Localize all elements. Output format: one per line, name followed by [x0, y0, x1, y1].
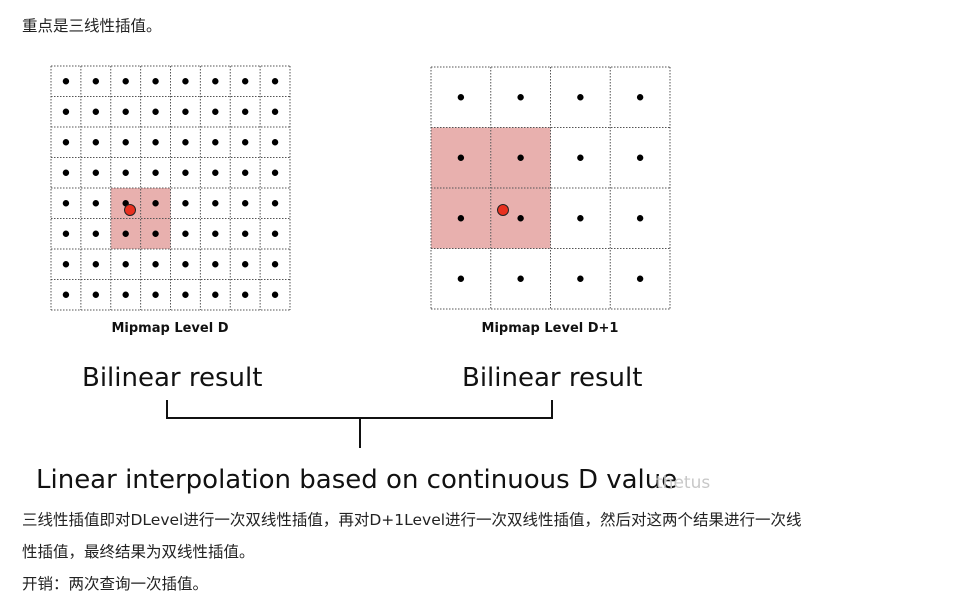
- mipmap-level-d-grid: [50, 65, 291, 311]
- left-grid-texel-dot: [92, 291, 100, 298]
- trilinear-diagram: Mipmap Level D Mipmap Level D+1 Bilinear…: [36, 65, 710, 495]
- left-grid-texel-dot: [182, 261, 189, 268]
- left-grid-texel-dot: [212, 78, 219, 85]
- right-grid-texel-dot: [457, 275, 465, 282]
- left-grid-texel-dot: [182, 230, 189, 237]
- left-grid-texel-dot: [241, 169, 249, 176]
- left-grid-texel-dot: [212, 200, 219, 207]
- left-grid-texel-dot: [152, 200, 159, 207]
- right-grid-texel-dot: [636, 275, 644, 282]
- left-grid-caption: Mipmap Level D: [111, 321, 228, 336]
- right-grid-texel-dot: [636, 94, 644, 101]
- right-grid-texel-dot: [577, 215, 584, 222]
- left-grid-texel-dot: [182, 291, 189, 298]
- left-grid-texel-dot: [62, 230, 70, 237]
- left-grid-texel-dot: [241, 291, 249, 298]
- left-grid-texel-dot: [122, 78, 129, 85]
- left-grid-texel-dot: [271, 108, 279, 115]
- left-grid-texel-dot: [92, 169, 100, 176]
- left-grid-texel-dot: [122, 108, 129, 115]
- left-grid-texel-dot: [62, 200, 70, 207]
- paragraph-line-2: 性插值，最终结果为双线性插值。: [22, 543, 255, 561]
- left-grid-texel-dot: [92, 78, 100, 85]
- left-grid-texel-dot: [241, 230, 249, 237]
- right-bilinear-label: Bilinear result: [462, 363, 642, 393]
- right-grid-texel-dot: [636, 215, 644, 222]
- left-grid-texel-dot: [152, 108, 159, 115]
- left-grid-texel-dot: [182, 78, 189, 85]
- linear-interp-label: Linear interpolation based on continuous…: [36, 465, 677, 495]
- left-grid-texel-dot: [271, 78, 279, 85]
- left-grid-texel-dot: [62, 108, 70, 115]
- left-grid-texel-dot: [241, 108, 249, 115]
- left-grid-texel-dot: [271, 200, 279, 207]
- left-grid-texel-dot: [152, 139, 159, 146]
- left-grid-texel-dot: [152, 291, 159, 298]
- left-grid-texel-dot: [182, 139, 189, 146]
- left-grid-texel-dot: [271, 291, 279, 298]
- watermark: thetus: [656, 473, 710, 493]
- left-grid-texel-dot: [92, 261, 100, 268]
- left-grid-texel-dot: [92, 139, 100, 146]
- left-grid-texel-dot: [271, 261, 279, 268]
- mipmap-level-d1-grid: [430, 66, 671, 310]
- right-grid-texel-dot: [457, 154, 465, 161]
- left-grid-texel-dot: [212, 261, 219, 268]
- left-grid-texel-dot: [122, 291, 129, 298]
- left-grid-texel-dot: [182, 200, 189, 207]
- left-grid-texel-dot: [241, 139, 249, 146]
- left-grid-texel-dot: [62, 261, 70, 268]
- left-grid-texel-dot: [241, 261, 249, 268]
- right-grid-texel-dot: [636, 154, 644, 161]
- combine-bracket: [166, 400, 553, 448]
- right-grid-texel-dot: [577, 94, 584, 101]
- left-grid-texel-dot: [92, 108, 100, 115]
- left-grid-texel-dot: [62, 291, 70, 298]
- right-grid-texel-dot: [577, 275, 584, 282]
- paragraph-line-1: 三线性插值即对DLevel进行一次双线性插值，再对D+1Level进行一次双线性…: [22, 511, 802, 529]
- left-grid-texel-dot: [212, 291, 219, 298]
- left-grid-texel-dot: [182, 108, 189, 115]
- right-grid-texel-dot: [517, 275, 524, 282]
- left-grid-texel-dot: [212, 108, 219, 115]
- left-grid-texel-dot: [152, 261, 159, 268]
- right-grid-texel-dot: [517, 154, 524, 161]
- left-grid-texel-dot: [152, 230, 159, 237]
- right-grid-texel-dot: [457, 94, 465, 101]
- left-bilinear-label: Bilinear result: [82, 363, 262, 393]
- left-grid-texel-dot: [212, 169, 219, 176]
- left-grid-texel-dot: [122, 230, 129, 237]
- left-grid-texel-dot: [152, 169, 159, 176]
- left-grid-texel-dot: [241, 200, 249, 207]
- left-grid-texel-dot: [182, 169, 189, 176]
- right-grid-caption: Mipmap Level D+1: [482, 321, 619, 336]
- right-grid-texel-dot: [517, 94, 524, 101]
- right-grid-texel-dot: [577, 154, 584, 161]
- right-grid-texel-dot: [517, 215, 524, 222]
- left-grid-texel-dot: [122, 261, 129, 268]
- left-grid-texel-dot: [241, 78, 249, 85]
- left-grid-sample-point: [124, 204, 136, 216]
- left-grid-texel-dot: [271, 169, 279, 176]
- left-grid-texel-dot: [92, 230, 100, 237]
- left-grid-texel-dot: [271, 230, 279, 237]
- left-grid-texel-dot: [92, 200, 100, 207]
- left-grid-texel-dot: [212, 230, 219, 237]
- right-grid-sample-point: [497, 204, 509, 216]
- left-grid-texel-dot: [152, 78, 159, 85]
- left-grid-texel-dot: [62, 139, 70, 146]
- left-grid-texel-dot: [212, 139, 219, 146]
- left-grid-texel-dot: [122, 139, 129, 146]
- left-grid-texel-dot: [62, 78, 70, 85]
- left-grid-texel-dot: [62, 169, 70, 176]
- left-grid-texel-dot: [122, 169, 129, 176]
- right-grid-texel-dot: [457, 215, 465, 222]
- cost-text: 开销：两次查询一次插值。: [22, 575, 209, 593]
- left-grid-texel-dot: [271, 139, 279, 146]
